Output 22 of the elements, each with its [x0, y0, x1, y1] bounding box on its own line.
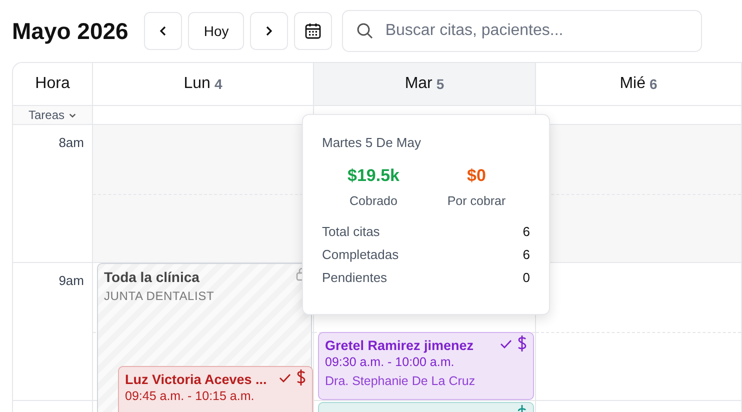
stat-value: 6	[522, 224, 530, 239]
block-title: Toda la clínica	[104, 269, 200, 285]
block-subtitle: JUNTA DENTALIST	[104, 289, 216, 303]
appointment-time: 09:30 a.m. - 10:00 a.m.	[325, 355, 456, 369]
month-title: Mayo 2026	[12, 18, 128, 44]
amount-label: Cobrado	[350, 194, 398, 208]
stat-value: 0	[522, 270, 530, 285]
hour-column-header: Hora	[35, 75, 70, 93]
patient-name: Luz Victoria Aceves ...	[125, 372, 268, 387]
amount-label: Por cobrar	[447, 194, 506, 208]
popover-title: Martes 5 De May	[322, 135, 422, 150]
stat-label: Completadas	[322, 247, 399, 262]
stat-label: Pendientes	[322, 270, 388, 285]
hour-label: 8am	[58, 135, 84, 150]
patient-name: Gretel Ramirez jimenez	[325, 338, 475, 353]
hour-label: 9am	[58, 273, 84, 288]
appointment-time: 09:45 a.m. - 10:15 a.m.	[125, 389, 256, 403]
amount-value: $0	[467, 166, 486, 186]
doctor-name: Dra. Stephanie De La Cruz	[325, 374, 476, 388]
amount-value: $19.5k	[348, 166, 400, 186]
stat-value: 6	[522, 247, 530, 262]
stat-label: Total citas	[322, 224, 380, 239]
